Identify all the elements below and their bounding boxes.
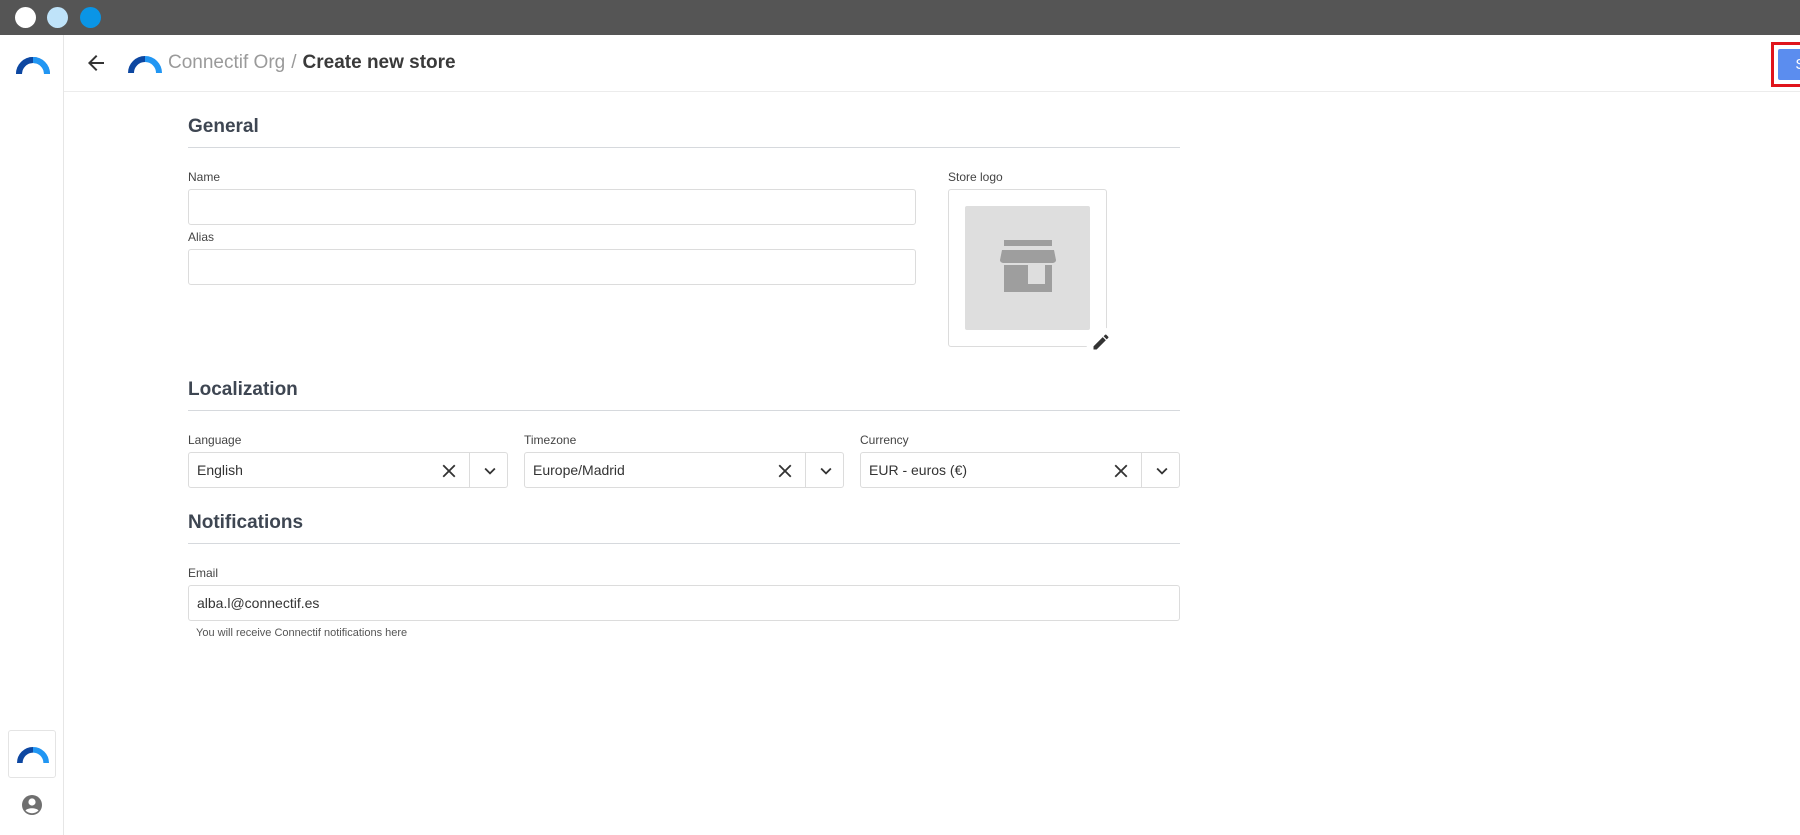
name-input[interactable]	[188, 189, 916, 225]
language-label: Language	[188, 433, 242, 447]
window-maximize-button[interactable]	[80, 7, 101, 28]
currency-value: EUR - euros (€)	[869, 462, 968, 478]
section-divider	[188, 543, 1180, 544]
page-title: Create new store	[302, 52, 456, 73]
account-switcher-button[interactable]	[8, 730, 56, 778]
chevron-down-icon[interactable]	[1151, 460, 1173, 482]
currency-label: Currency	[860, 433, 909, 447]
timezone-value: Europe/Madrid	[533, 462, 625, 478]
language-select[interactable]: English	[188, 452, 508, 488]
timezone-label: Timezone	[524, 433, 577, 447]
select-divider	[1141, 453, 1142, 487]
left-rail	[0, 35, 64, 835]
section-title-localization: Localization	[188, 379, 298, 400]
window-close-button[interactable]	[15, 7, 36, 28]
connectif-logo-icon	[17, 746, 49, 764]
select-divider	[805, 453, 806, 487]
page-header: Connectif Org /Create new store Save	[64, 35, 1800, 92]
close-icon[interactable]	[1110, 460, 1132, 482]
chevron-down-icon[interactable]	[479, 460, 501, 482]
email-helper-text: You will receive Connectif notifications…	[196, 627, 408, 639]
alias-input[interactable]	[188, 249, 916, 285]
currency-select[interactable]: EUR - euros (€)	[860, 452, 1180, 488]
close-icon[interactable]	[774, 460, 796, 482]
section-divider	[188, 147, 1180, 148]
store-icon	[1000, 240, 1056, 292]
pencil-icon	[1093, 334, 1109, 350]
breadcrumb-org[interactable]: Connectif Org	[168, 52, 285, 73]
name-label: Name	[188, 170, 221, 184]
store-logo-placeholder	[965, 206, 1116, 357]
breadcrumb: Connectif Org / Create new store	[168, 52, 456, 74]
chevron-down-icon[interactable]	[815, 460, 837, 482]
section-title-notifications: Notifications	[188, 512, 304, 533]
timezone-select[interactable]: Europe/Madrid	[524, 452, 844, 488]
select-divider	[469, 453, 470, 487]
back-arrow-icon[interactable]	[84, 51, 108, 75]
user-account-icon[interactable]	[20, 793, 44, 817]
section-divider	[188, 410, 1180, 411]
close-icon[interactable]	[438, 460, 460, 482]
email-label: Email	[188, 566, 219, 580]
language-value: English	[197, 462, 243, 478]
alias-label: Alias	[188, 230, 215, 244]
section-title-general: General	[188, 116, 259, 137]
window-minimize-button[interactable]	[47, 7, 68, 28]
breadcrumb-separator: /	[291, 52, 297, 73]
save-button[interactable]: Save	[1778, 49, 1800, 80]
connectif-logo-icon[interactable]	[16, 55, 50, 75]
window-titlebar	[0, 0, 1800, 35]
connectif-logo-icon	[128, 56, 162, 74]
store-logo-card[interactable]	[948, 189, 1116, 357]
email-input[interactable]	[188, 585, 1180, 621]
save-button-highlight: Save	[1771, 42, 1800, 87]
edit-logo-button[interactable]	[1086, 327, 1116, 357]
store-logo-label: Store logo	[948, 170, 1003, 184]
